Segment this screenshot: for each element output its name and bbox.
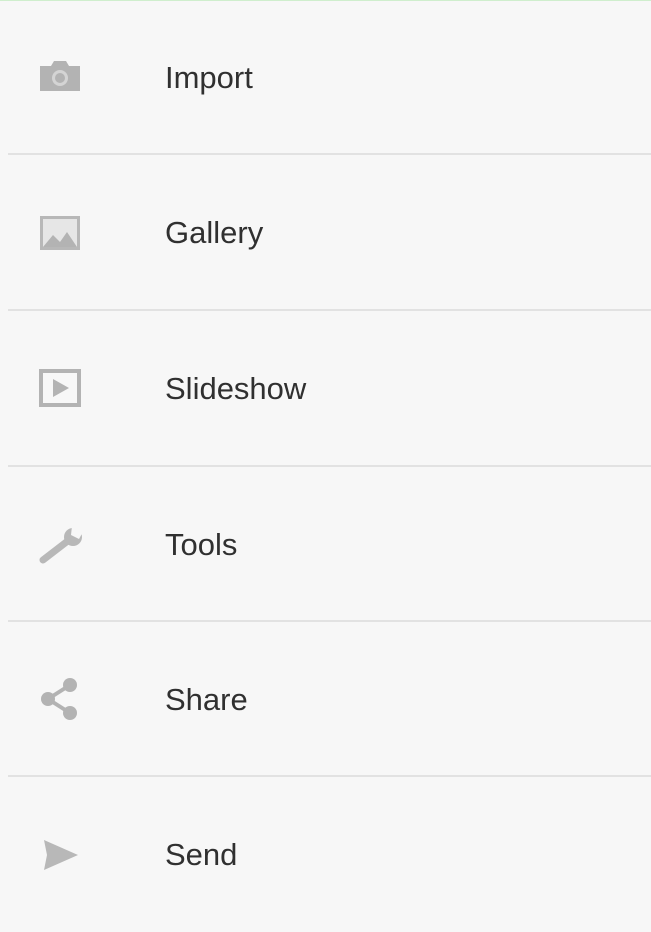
camera-icon [34,50,86,102]
menu-item-label: Slideshow [165,371,307,406]
menu-item-share[interactable]: Share [0,622,651,777]
menu-item-import[interactable]: Import [0,0,651,155]
slideshow-icon [34,362,86,414]
send-icon [34,829,86,881]
menu-item-tools[interactable]: Tools [0,467,651,622]
menu-item-label: Share [165,682,248,717]
menu-item-label: Send [165,837,238,872]
menu-item-label: Import [165,60,253,95]
image-icon [34,207,86,259]
menu-item-label: Tools [165,527,238,562]
navigation-menu: Import Gallery Slideshow Tools Share Sen… [0,0,651,908]
menu-item-send[interactable]: Send [0,777,651,932]
menu-item-gallery[interactable]: Gallery [0,155,651,310]
share-icon [34,673,86,725]
menu-item-label: Gallery [165,215,264,250]
wrench-icon [34,520,86,572]
menu-item-slideshow[interactable]: Slideshow [0,311,651,466]
